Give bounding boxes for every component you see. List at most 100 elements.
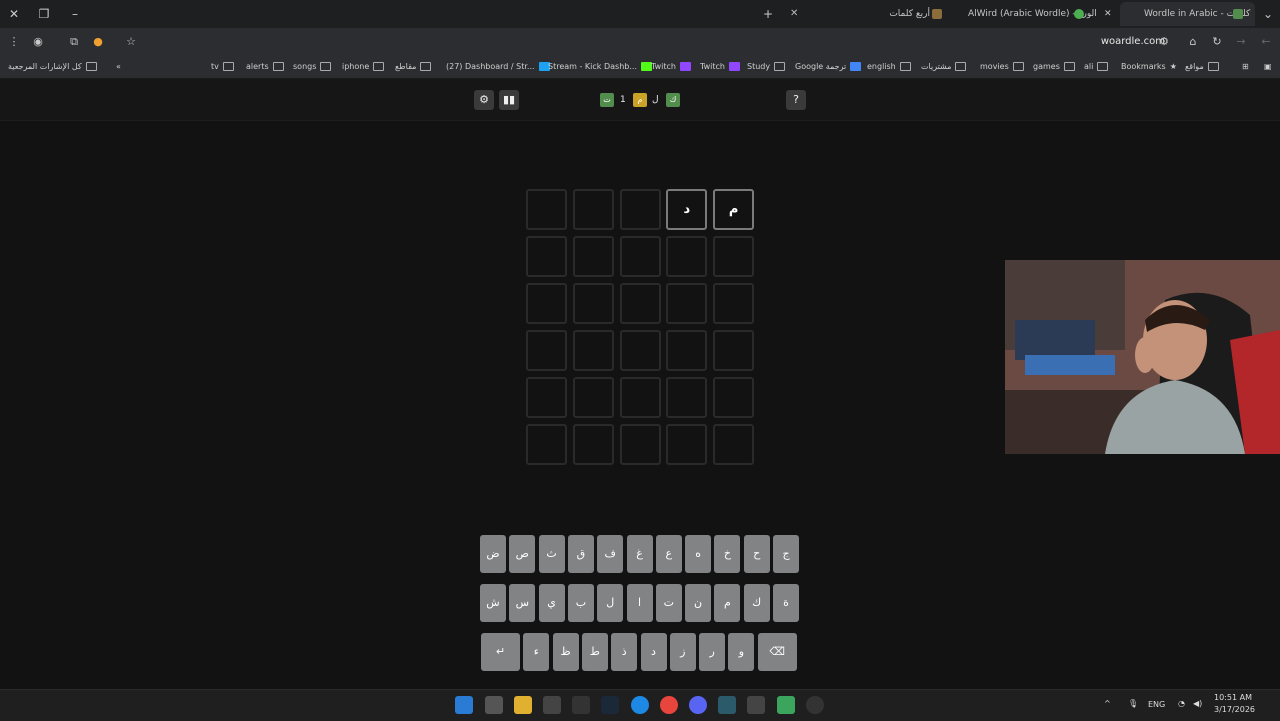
- key[interactable]: ش: [480, 584, 506, 622]
- key[interactable]: ر: [699, 633, 726, 671]
- bookmark-ali[interactable]: ali: [1084, 60, 1109, 74]
- steam-icon[interactable]: [601, 696, 619, 714]
- key[interactable]: ق: [567, 535, 594, 573]
- key[interactable]: خ: [714, 535, 741, 573]
- key[interactable]: ز: [669, 633, 696, 671]
- tab-wordle-arabic[interactable]: Wordle in Arabic - كلمات: [1120, 2, 1255, 26]
- edge-icon[interactable]: [631, 696, 649, 714]
- bookmark-all[interactable]: كل الإشارات المرجعية: [8, 60, 97, 74]
- new-tab-icon[interactable]: +: [758, 4, 778, 24]
- key[interactable]: ة: [773, 584, 799, 622]
- file-explorer-icon[interactable]: [514, 696, 532, 714]
- bookmark-star-icon[interactable]: ☆: [123, 34, 139, 50]
- settings-gear-icon[interactable]: ⚙: [474, 90, 494, 110]
- volume-icon[interactable]: ◀): [1193, 699, 1202, 708]
- bookmark-dashboard[interactable]: (27) Dashboard / Str...: [446, 60, 550, 74]
- bookmark-clips[interactable]: مقاطع: [395, 60, 432, 74]
- profile-icon[interactable]: ◉: [30, 34, 46, 50]
- key[interactable]: ك: [743, 584, 770, 622]
- key[interactable]: غ: [626, 535, 653, 573]
- bookmark-sites[interactable]: مواقع: [1185, 60, 1219, 74]
- key[interactable]: ظ: [552, 633, 579, 671]
- xbox-icon[interactable]: [777, 696, 795, 714]
- app-icon-3[interactable]: [747, 696, 765, 714]
- chrome-icon[interactable]: [660, 696, 678, 714]
- key[interactable]: ث: [538, 535, 565, 573]
- bookmark-kick[interactable]: Stream - Kick Dashb...: [548, 60, 652, 74]
- extension-icon[interactable]: ●: [90, 34, 106, 50]
- key[interactable]: ا: [626, 584, 653, 622]
- key[interactable]: د: [640, 633, 667, 671]
- language-indicator[interactable]: ENG: [1148, 700, 1165, 709]
- bookmark-english[interactable]: english: [867, 60, 911, 74]
- tab-close-icon[interactable]: ✕: [1104, 2, 1112, 26]
- key[interactable]: م: [714, 584, 741, 622]
- bookmark-twitch-1[interactable]: Twitch: [651, 60, 691, 74]
- key[interactable]: ح: [743, 535, 770, 573]
- restore-window-icon[interactable]: ❐: [34, 4, 54, 24]
- bookmark-tv[interactable]: tv: [211, 60, 234, 74]
- key[interactable]: ف: [597, 535, 624, 573]
- logo-tile: ت: [600, 93, 614, 107]
- menu-icon[interactable]: ⋮: [6, 34, 22, 50]
- backspace-key-icon[interactable]: ⌫: [757, 633, 797, 671]
- minimize-window-icon[interactable]: –: [65, 4, 85, 24]
- wifi-icon[interactable]: ◔: [1178, 699, 1185, 708]
- tab-arba-kalimat[interactable]: ✕ أربع كلمات: [790, 2, 942, 26]
- reload-icon[interactable]: ↻: [1209, 34, 1225, 50]
- help-icon[interactable]: ?: [786, 90, 806, 110]
- key[interactable]: س: [509, 584, 536, 622]
- back-icon[interactable]: ←: [1258, 34, 1274, 50]
- tab-close-icon[interactable]: ✕: [790, 2, 798, 26]
- app-icon[interactable]: [572, 696, 590, 714]
- store-icon[interactable]: [543, 696, 561, 714]
- key[interactable]: ن: [685, 584, 712, 622]
- bookmark-purchases[interactable]: مشتريات: [921, 60, 967, 74]
- bookmark-iphone[interactable]: iphone: [342, 60, 385, 74]
- key[interactable]: ط: [581, 633, 608, 671]
- start-icon[interactable]: [455, 696, 473, 714]
- key[interactable]: ع: [655, 535, 682, 573]
- key[interactable]: ت: [655, 584, 682, 622]
- tab-alwird[interactable]: AlWird (Arabic Wordle) - الورد: [958, 2, 1097, 26]
- bookmark-bookmarks[interactable]: Bookmarks ★: [1121, 60, 1177, 74]
- key[interactable]: ض: [480, 535, 506, 573]
- apps-grid-icon[interactable]: ⊞: [1242, 60, 1249, 74]
- bookmark-songs[interactable]: songs: [293, 60, 332, 74]
- discord-icon[interactable]: [689, 696, 707, 714]
- tray-chevron-icon[interactable]: ^: [1104, 699, 1111, 708]
- bookmark-study[interactable]: Study: [747, 60, 786, 74]
- key[interactable]: ل: [597, 584, 624, 622]
- board-tile: [619, 330, 661, 371]
- key[interactable]: ص: [509, 535, 536, 573]
- app-icon-4[interactable]: [806, 696, 824, 714]
- board-tile: [526, 424, 567, 465]
- clock-time[interactable]: 10:51 AM: [1214, 693, 1252, 702]
- key[interactable]: ه: [685, 535, 712, 573]
- mic-icon[interactable]: 🎙: [1128, 699, 1138, 708]
- key[interactable]: و: [728, 633, 755, 671]
- bookmark-alerts[interactable]: alerts: [246, 60, 284, 74]
- key[interactable]: ب: [567, 584, 594, 622]
- bookmark-games[interactable]: games: [1033, 60, 1075, 74]
- home-icon[interactable]: ⌂: [1185, 34, 1201, 50]
- bookmark-movies[interactable]: movies: [980, 60, 1024, 74]
- bookmark-twitch-2[interactable]: Twitch: [700, 60, 740, 74]
- enter-key-icon[interactable]: ↵: [481, 633, 520, 671]
- bookmark-google-translate[interactable]: Google ترجمة: [795, 60, 862, 74]
- forward-icon[interactable]: →: [1233, 34, 1249, 50]
- key[interactable]: ي: [538, 584, 565, 622]
- site-settings-icon[interactable]: ⚙: [1156, 34, 1172, 50]
- chevron-left-icon[interactable]: «: [116, 60, 121, 74]
- stats-chart-icon[interactable]: ▮▮: [499, 90, 519, 110]
- key[interactable]: ء: [523, 633, 550, 671]
- extensions-icon[interactable]: ⧉: [66, 34, 82, 50]
- clock-date[interactable]: 3/17/2026: [1214, 705, 1255, 714]
- key[interactable]: ج: [773, 535, 799, 573]
- app-icon-2[interactable]: [718, 696, 736, 714]
- close-window-icon[interactable]: ✕: [4, 4, 24, 24]
- sidebar-icon[interactable]: ▣: [1264, 60, 1272, 74]
- tab-search-icon[interactable]: ⌄: [1258, 4, 1278, 24]
- task-view-icon[interactable]: [485, 696, 503, 714]
- key[interactable]: ذ: [611, 633, 638, 671]
